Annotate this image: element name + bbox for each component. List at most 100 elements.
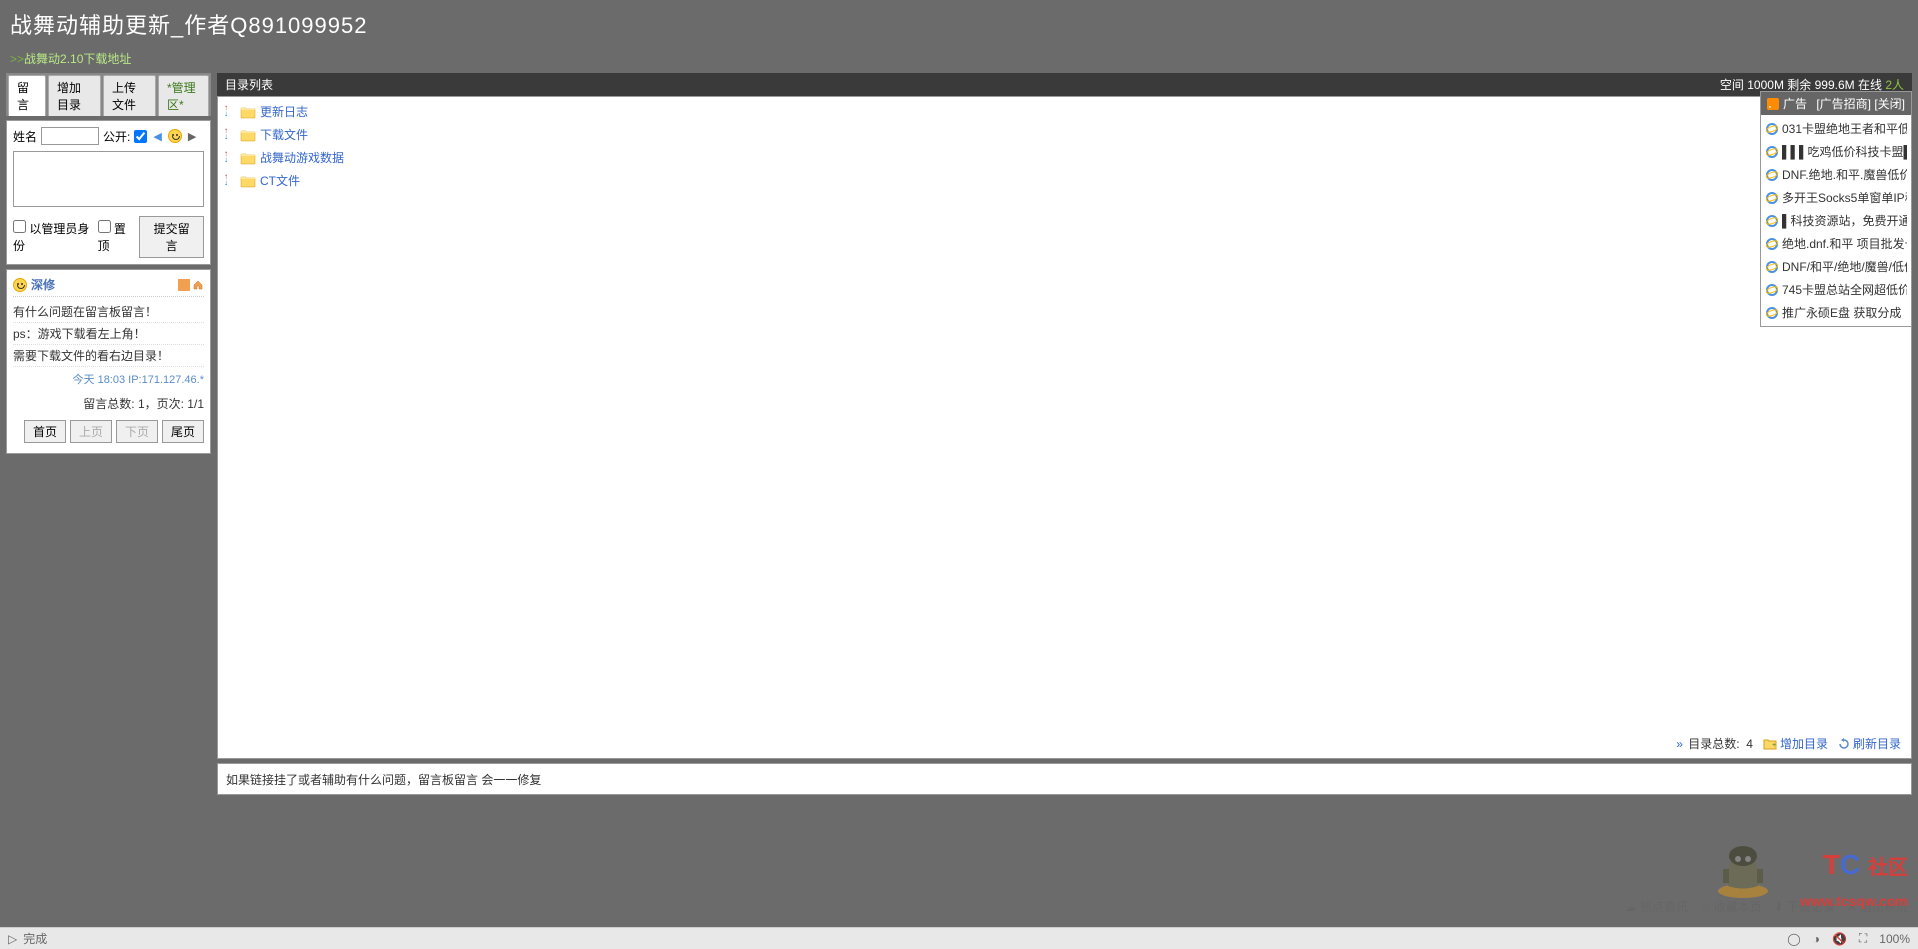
page-header: 战舞动辅助更新_作者Q891099952 [0,0,1918,44]
name-row: 姓名 公开: ◀ ▶ [13,127,204,145]
main-container: 留 言增加目录上传文件*管理区* 姓名 公开: ◀ ▶ 以管理员身份 置顶 提交… [0,73,1918,759]
fullscreen-icon[interactable]: ⛶ [1859,931,1867,946]
tab-1[interactable]: 增加目录 [48,75,101,116]
download-link[interactable]: 战舞动2.10下载地址 [24,52,131,66]
arrow-left-icon[interactable]: ◀ [151,130,163,143]
favorite-link[interactable]: ☆ 收藏本页 [1700,898,1762,915]
folder-icon [240,105,256,119]
directory-count: » 目录总数: 4 [1676,735,1753,752]
pin-checkbox[interactable] [98,220,111,233]
ad-item[interactable]: 多开王Socks5单窗单IP稳定高速 [1763,186,1909,209]
name-label: 姓名 [13,128,37,145]
ad-header-right: [广告招商] [关闭] [1816,95,1905,112]
ad-text: DNF.绝地.和平.魔兽低价卡盟 [1782,166,1907,183]
ad-title: 广告 [1783,95,1807,112]
file-row[interactable]: ↑↓ 下载文件 [218,123,1911,146]
submit-button[interactable]: 提交留言 [139,216,204,258]
zoom-level[interactable]: 100% [1879,932,1910,946]
ad-text: ▌科技资源站，免费开通分站▌ [1782,212,1907,229]
directory-list-title: 目录列表 [225,76,1720,93]
ie-icon [1765,214,1779,228]
folder-icon [240,174,256,188]
file-list: ↑↓更新日志↑↓下载文件↑↓战舞动游戏数据↑↓CT文件 » 目录总数: 4 + … [217,96,1912,759]
ie-icon [1765,237,1779,251]
ad-item[interactable]: DNF.绝地.和平.魔兽低价卡盟 [1763,163,1909,186]
sort-icon[interactable]: ↑↓ [224,151,236,165]
status-bar: ▷ 完成 ◯ ◑ 🔇 ⛶ 100% [0,927,1918,949]
volume-icon[interactable]: 🔇 [1832,932,1847,946]
sort-icon[interactable]: ↑↓ [224,128,236,142]
ad-item[interactable]: ▌科技资源站，免费开通分站▌ [1763,209,1909,232]
ad-list: 031卡盟绝地王者和平低价提卡 ▌▌▌吃鸡低价科技卡盟▌▌▌ DNF.绝地.和平.魔… [1761,115,1911,326]
file-row[interactable]: ↑↓战舞动游戏数据 [218,146,1911,169]
sort-icon[interactable]: ↑↓ [224,174,236,188]
next-page-button[interactable]: 下页 [116,420,158,443]
ie-icon [1765,145,1779,159]
hot-news-link[interactable]: ☁ 热点资讯 [1625,898,1688,915]
download-log-link[interactable]: ⬇ 下载记录 [1774,898,1835,915]
ad-panel: 广告 [广告招商] [关闭] 031卡盟绝地王者和平低价提卡 ▌▌▌吃鸡低价科技卡… [1760,91,1912,327]
file-name: CT文件 [260,172,300,189]
ad-text: 031卡盟绝地王者和平低价提卡 [1782,120,1907,137]
ie-icon [1765,306,1779,320]
exit-link[interactable]: ✕ 退出系统 [1847,898,1908,915]
tab-3[interactable]: *管理区* [158,75,209,116]
message-icons [178,279,204,291]
pagination: 首页 上页 下页 尾页 [13,416,204,447]
public-label: 公开: [103,128,130,145]
refresh-directory-link[interactable]: 刷新目录 [1838,735,1901,752]
refresh-icon [1838,738,1850,750]
play-icon[interactable]: ▷ [8,932,17,946]
admin-checkbox-label[interactable]: 以管理员身份 [13,220,92,254]
status-icon-1[interactable]: ◯ [1787,932,1800,946]
ad-item[interactable]: 推广永硕E盘 获取分成 [1763,301,1909,324]
last-page-button[interactable]: 尾页 [162,420,204,443]
message-line: 需要下载文件的看右边目录！ [13,345,204,367]
messages-box: 深修 有什么问题在留言板留言！ps：游戏下载看左上角！需要下载文件的看右边目录！… [6,269,211,454]
ad-text: DNF/和平/绝地/魔兽/低价卡盟 [1782,258,1907,275]
add-directory-link[interactable]: + 增加目录 [1763,735,1828,752]
person-icon[interactable] [178,279,190,291]
sort-icon[interactable]: ↑↓ [224,105,236,119]
status-done: 完成 [23,930,47,947]
ad-item[interactable]: DNF/和平/绝地/魔兽/低价卡盟 [1763,255,1909,278]
file-row[interactable]: ↑↓ 更新日志 [218,100,1911,123]
svg-text:+: + [1772,742,1776,749]
smiley-icon[interactable] [168,129,182,143]
subheader: >>战舞动2.10下载地址 [0,44,1918,73]
ad-close-link[interactable]: [关闭] [1874,97,1905,111]
arrow-right-icon[interactable]: ▶ [186,130,198,143]
first-page-button[interactable]: 首页 [24,420,66,443]
tab-0[interactable]: 留 言 [8,75,46,116]
admin-checkbox[interactable] [13,220,26,233]
message-line: ps：游戏下载看左上角！ [13,323,204,345]
prev-page-button[interactable]: 上页 [70,420,112,443]
message-meta: 今天 18:03 IP:171.127.46.* [13,367,204,391]
ad-item[interactable]: ▌▌▌吃鸡低价科技卡盟▌▌▌ [1763,140,1909,163]
ad-item[interactable]: 745卡盟总站全网超低价拿卡 [1763,278,1909,301]
status-icon-2[interactable]: ◑ [1813,932,1820,946]
home-icon[interactable] [192,279,204,291]
name-input[interactable] [41,127,99,145]
folder-icon [240,128,256,142]
file-name: 下载文件 [260,126,308,143]
ad-recruit-link[interactable]: [广告招商] [1816,97,1871,111]
file-row[interactable]: ↑↓ CT文件 [218,169,1911,192]
public-checkbox[interactable] [134,130,147,143]
pin-checkbox-label[interactable]: 置顶 [98,220,134,254]
ad-item[interactable]: 031卡盟绝地王者和平低价提卡 [1763,117,1909,140]
breadcrumb-arrows: >> [10,52,24,66]
ad-text: 推广永硕E盘 获取分成 [1782,304,1901,321]
message-line: 有什么问题在留言板留言！ [13,301,204,323]
ad-text: ▌▌▌吃鸡低价科技卡盟▌▌▌ [1782,143,1907,160]
message-textarea[interactable] [13,151,204,207]
message-form: 姓名 公开: ◀ ▶ 以管理员身份 置顶 提交留言 [6,120,211,265]
notice-text: 如果链接挂了或者辅助有什么问题，留言板留言 会一一修复 [226,771,541,788]
smiley-icon [13,278,27,292]
tab-2[interactable]: 上传文件 [103,75,156,116]
file-name: 更新日志 [260,103,308,120]
right-panel: 目录列表 空间 1000M 剩余 999.6M 在线 2人 ↑↓更新日志↑↓下载… [217,73,1912,759]
ad-item[interactable]: 绝地.dnf.和平 项目批发卡盟 [1763,232,1909,255]
ie-icon [1765,168,1779,182]
page-title: 战舞动辅助更新_作者Q891099952 [10,8,1908,40]
